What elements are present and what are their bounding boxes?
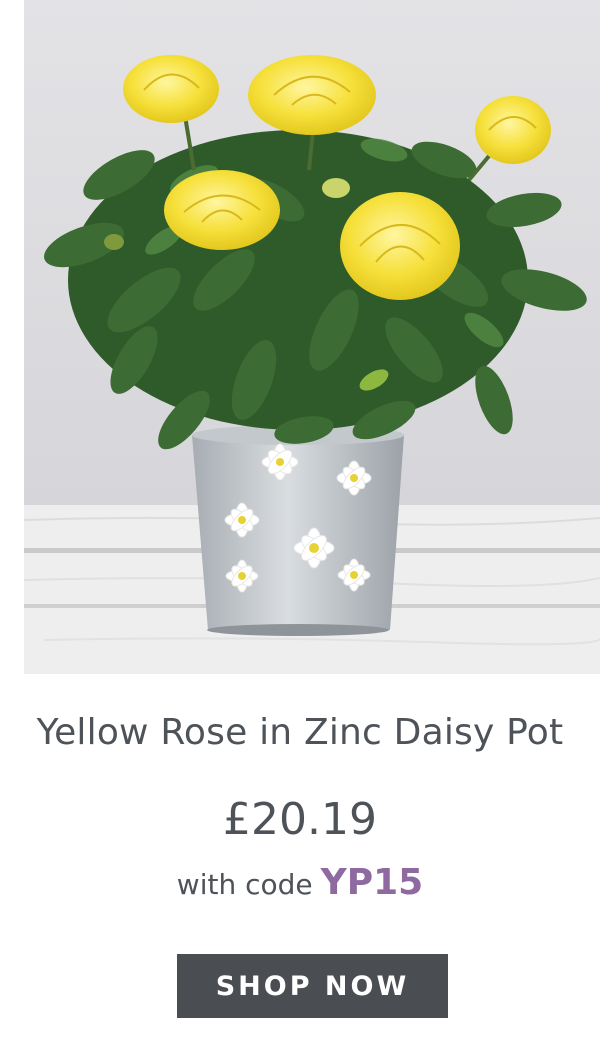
product-price: £20.19 — [223, 794, 377, 845]
promo-code-line: with code YP15 — [0, 862, 600, 903]
shop-now-label: SHOP NOW — [215, 970, 410, 1002]
shop-now-button[interactable]: SHOP NOW — [177, 954, 448, 1018]
promo-code: YP15 — [320, 862, 424, 903]
product-image[interactable] — [24, 0, 600, 674]
promo-code-prefix: with code — [176, 868, 313, 901]
product-title[interactable]: Yellow Rose in Zinc Daisy Pot — [0, 712, 600, 753]
